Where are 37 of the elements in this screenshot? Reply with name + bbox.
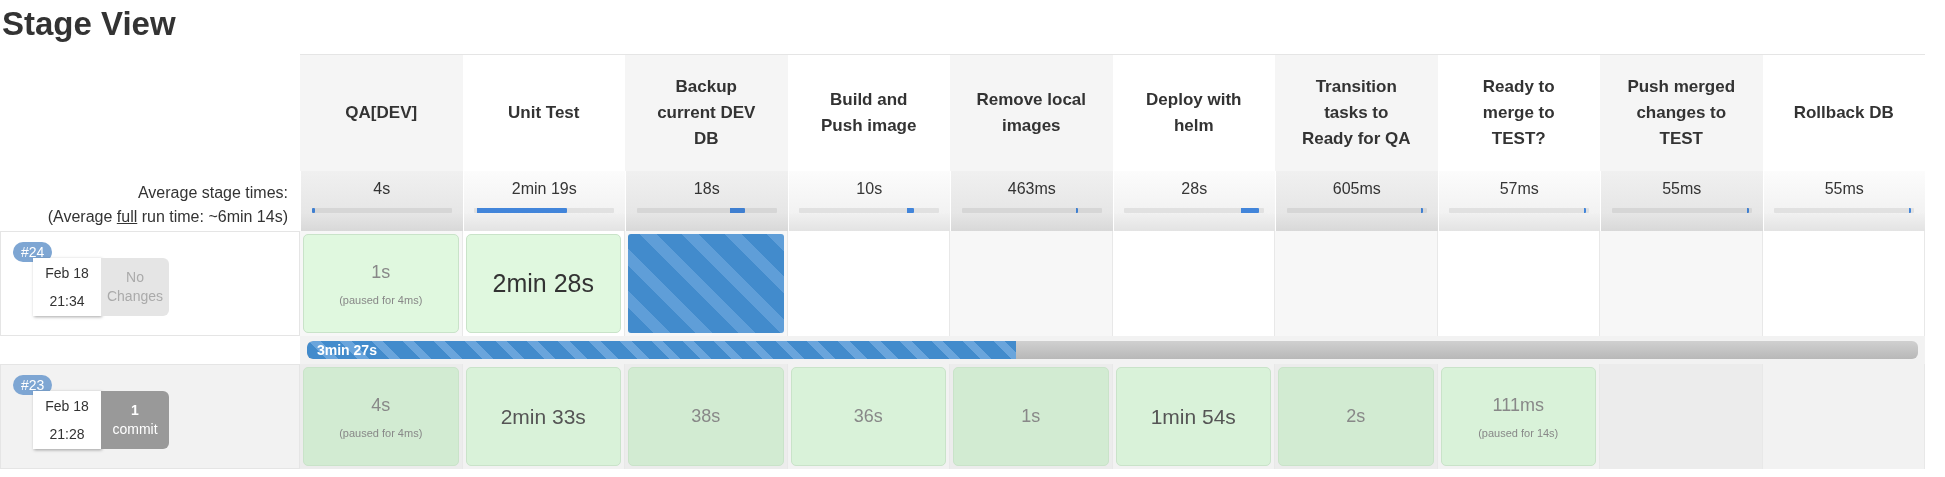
stage-success-cell[interactable]: 1s (paused for 4ms) (303, 234, 459, 333)
stage-success-cell[interactable]: 2min 33s (465, 367, 621, 466)
build-date: Feb 18 21:28 (33, 391, 101, 449)
stage-header: Remove local images (950, 54, 1113, 171)
average-time-cell: 55ms (1762, 171, 1925, 231)
stage-success-cell[interactable]: 36s (790, 367, 946, 466)
commits-link[interactable]: 1 commit (101, 391, 169, 449)
build-progress-fill: 3min 27s (307, 341, 1016, 359)
build-date: Feb 18 21:34 (33, 258, 101, 316)
average-time-cell: 463ms (950, 171, 1113, 231)
average-time-cell: 28s (1112, 171, 1275, 231)
stage-header: Push merged changes to TEST (1600, 54, 1763, 171)
stage-running-cell[interactable] (628, 234, 784, 333)
average-time-cell: 18s (625, 171, 788, 231)
stage-success-cell[interactable]: 2min 28s (465, 234, 621, 333)
stage-success-cell[interactable]: 1s (953, 367, 1109, 466)
average-time-cell: 57ms (1437, 171, 1600, 231)
stage-header: Backup current DEV DB (625, 54, 788, 171)
stage-success-cell[interactable]: 2s (1278, 367, 1434, 466)
average-time-cell: 55ms (1600, 171, 1763, 231)
average-run-time: (Average full run time: ~6min 14s) (46, 207, 288, 227)
stage-header: QA[DEV] (300, 54, 463, 171)
stage-success-cell[interactable]: 1min 54s (1115, 367, 1271, 466)
build-number-badge[interactable]: #24 (13, 242, 53, 262)
average-time-cell: 605ms (1275, 171, 1438, 231)
stage-header: Transition tasks to Ready for QA (1275, 54, 1438, 171)
no-changes-label: No Changes (101, 258, 169, 316)
build-number-badge[interactable]: #23 (13, 375, 53, 395)
stage-success-cell[interactable]: 111ms (paused for 14s) (1440, 367, 1596, 466)
average-time-cell: 2min 19s (462, 171, 625, 231)
average-time-cell: 10s (787, 171, 950, 231)
full-link[interactable]: full (116, 208, 138, 225)
stage-success-cell[interactable]: 38s (628, 367, 784, 466)
page-title: Stage View (1, 4, 177, 44)
stage-success-cell[interactable]: 4s (paused for 4ms) (303, 367, 459, 466)
average-label: Average stage times: (138, 183, 288, 203)
average-time-cell: 4s (300, 171, 463, 231)
